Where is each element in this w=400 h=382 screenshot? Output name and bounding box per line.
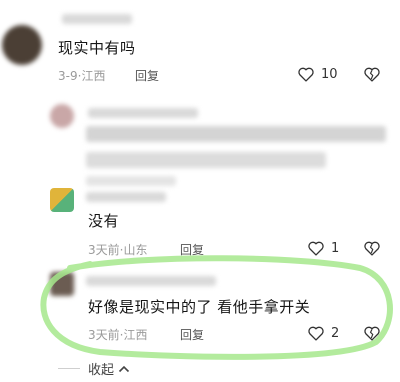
avatar[interactable]: [2, 25, 42, 65]
like-count: 2: [331, 325, 340, 341]
comment-date: 3天前: [88, 328, 120, 342]
username-blurred[interactable]: [88, 108, 198, 118]
chevron-up-icon: [118, 364, 130, 374]
dislike-button[interactable]: [363, 325, 381, 345]
collapse-label: 收起: [88, 363, 115, 378]
dislike-button[interactable]: [363, 66, 381, 86]
comment-location: 江西: [123, 328, 148, 342]
comment-meta: 3-9·江西: [58, 69, 106, 83]
broken-heart-icon: [363, 66, 381, 82]
divider: [58, 368, 80, 369]
avatar[interactable]: [50, 272, 74, 296]
like-count: 1: [331, 240, 340, 256]
reply-button[interactable]: 回复: [135, 67, 159, 84]
comment-meta: 3天前·山东: [88, 243, 148, 257]
dislike-button[interactable]: [363, 240, 381, 260]
broken-heart-icon: [363, 240, 381, 256]
like-button[interactable]: 2: [307, 325, 339, 341]
username-blurred[interactable]: [62, 14, 132, 24]
heart-outline-icon: [297, 66, 315, 82]
comment-text: 没有: [88, 212, 120, 230]
comment-meta-blurred: [86, 176, 176, 186]
comment-text-blurred: [86, 152, 326, 168]
comment-location: 山东: [123, 243, 148, 257]
comment-meta: 3天前·江西: [88, 328, 148, 342]
comment-date: 3天前: [88, 243, 120, 257]
username-blurred[interactable]: [86, 276, 216, 286]
avatar[interactable]: [50, 188, 74, 212]
comment-location: 江西: [81, 69, 106, 83]
comment-text: 现实中有吗: [58, 39, 136, 57]
comment-date: 3-9: [58, 69, 78, 83]
heart-outline-icon: [307, 325, 325, 341]
username-blurred[interactable]: [86, 192, 166, 202]
like-button[interactable]: 10: [297, 66, 338, 82]
broken-heart-icon: [363, 325, 381, 341]
avatar[interactable]: [50, 104, 74, 128]
reply-button[interactable]: 回复: [180, 241, 204, 258]
comment-text-blurred: [86, 126, 386, 142]
comment-text: 好像是现实中的了 看他手拿开关: [88, 298, 311, 316]
like-button[interactable]: 1: [307, 240, 339, 256]
like-count: 10: [321, 66, 338, 82]
heart-outline-icon: [307, 240, 325, 256]
collapse-button[interactable]: 收起: [88, 359, 130, 378]
reply-button[interactable]: 回复: [180, 326, 204, 343]
